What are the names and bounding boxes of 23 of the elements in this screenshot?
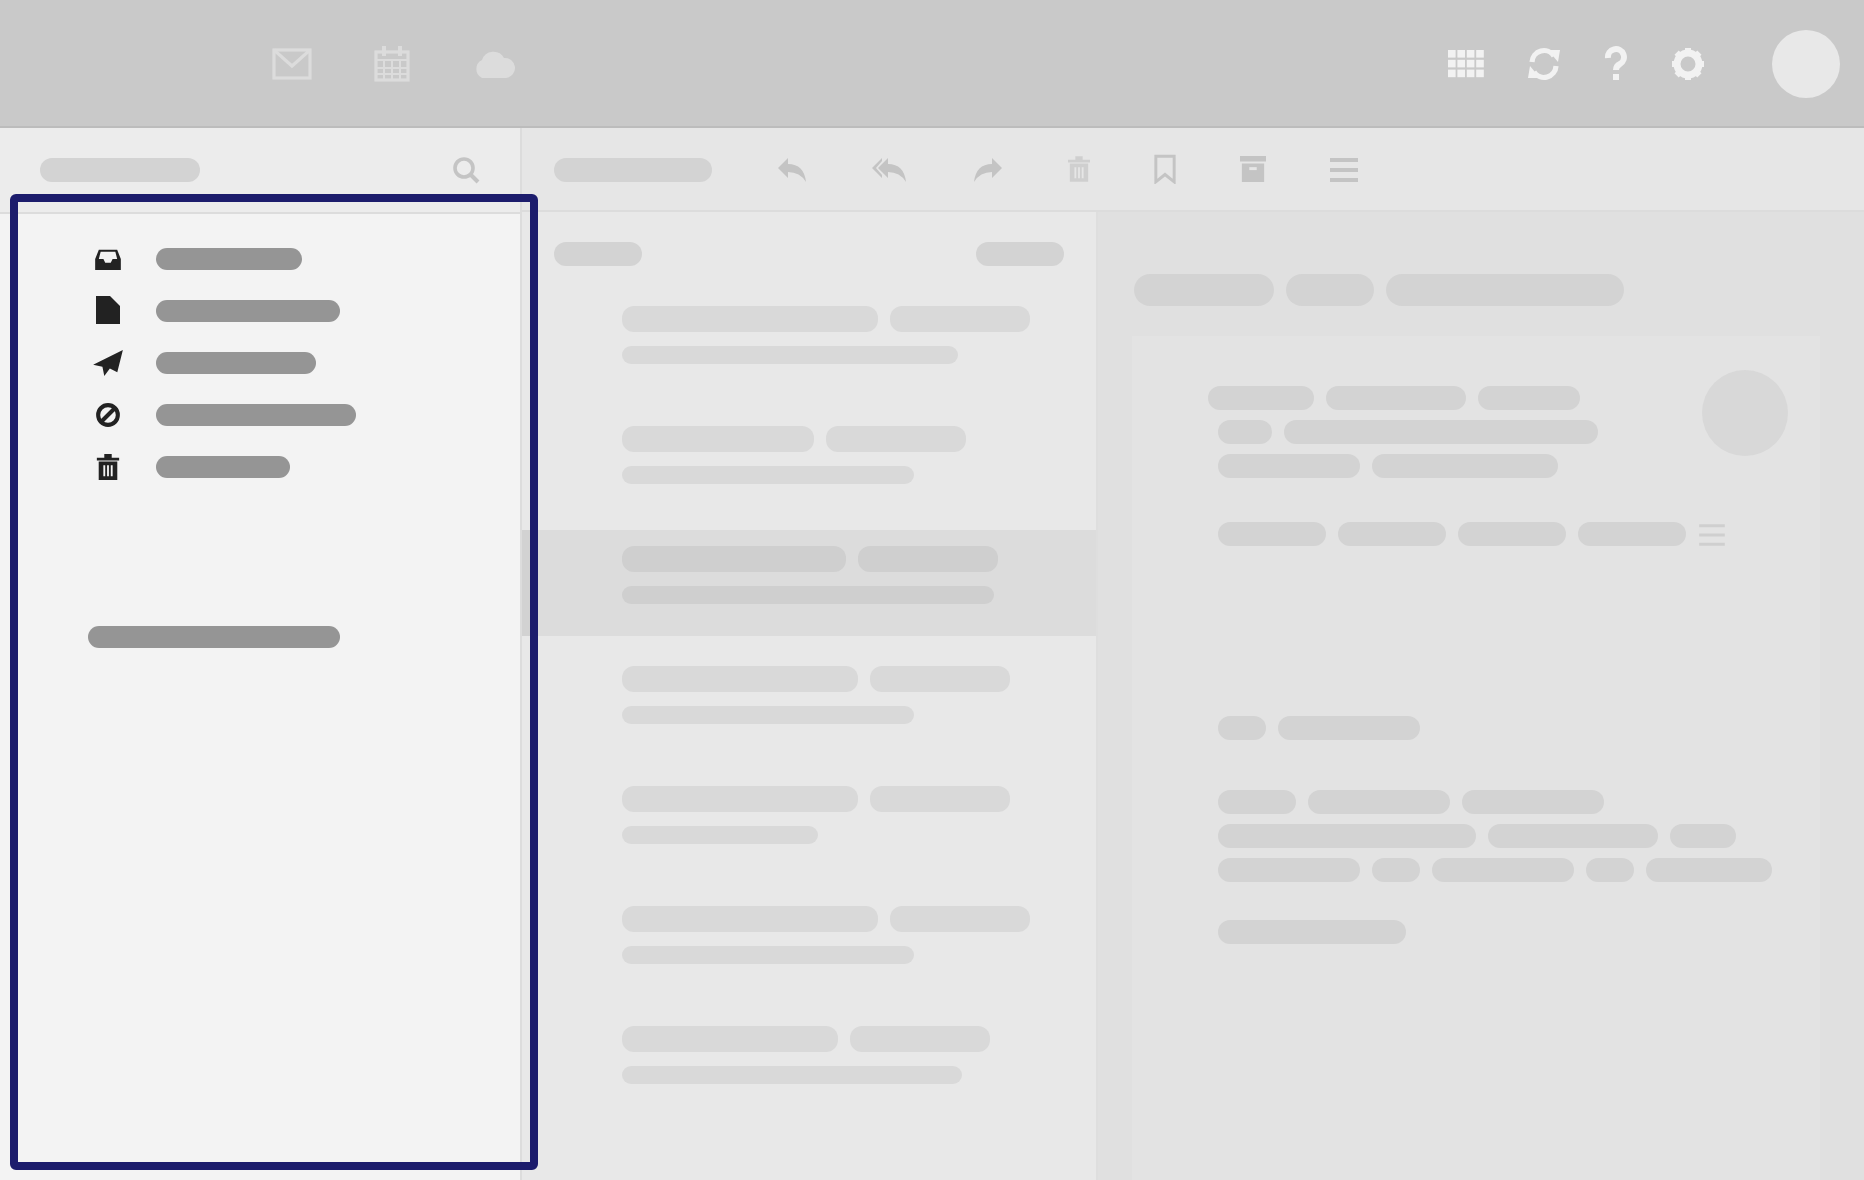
folder-label-skeleton[interactable] — [156, 351, 316, 373]
blocked-icon[interactable] — [92, 401, 124, 427]
folder-label-skeleton[interactable] — [156, 299, 340, 321]
avatar[interactable] — [1772, 29, 1840, 97]
paper-plane-icon[interactable] — [92, 349, 124, 375]
folder-label-skeleton[interactable] — [156, 455, 290, 477]
search-icon[interactable] — [452, 156, 480, 184]
refresh-icon[interactable] — [1526, 45, 1562, 81]
reply-all-icon[interactable] — [872, 155, 908, 183]
help-icon[interactable] — [1604, 45, 1628, 81]
menu-icon[interactable] — [1330, 157, 1358, 181]
folder-label-skeleton[interactable] — [156, 247, 302, 269]
folder-label-skeleton[interactable] — [156, 403, 356, 425]
document-icon[interactable] — [92, 296, 124, 324]
archive-icon[interactable] — [1240, 156, 1266, 182]
apps-grid-icon[interactable] — [1448, 49, 1484, 77]
message-row[interactable] — [522, 530, 1096, 636]
settings-icon[interactable] — [1670, 45, 1706, 81]
inbox-icon[interactable] — [92, 247, 124, 269]
bookmark-icon[interactable] — [1154, 154, 1176, 184]
forward-icon[interactable] — [972, 155, 1004, 183]
trash-icon[interactable] — [92, 453, 124, 479]
reply-icon[interactable] — [776, 155, 808, 183]
